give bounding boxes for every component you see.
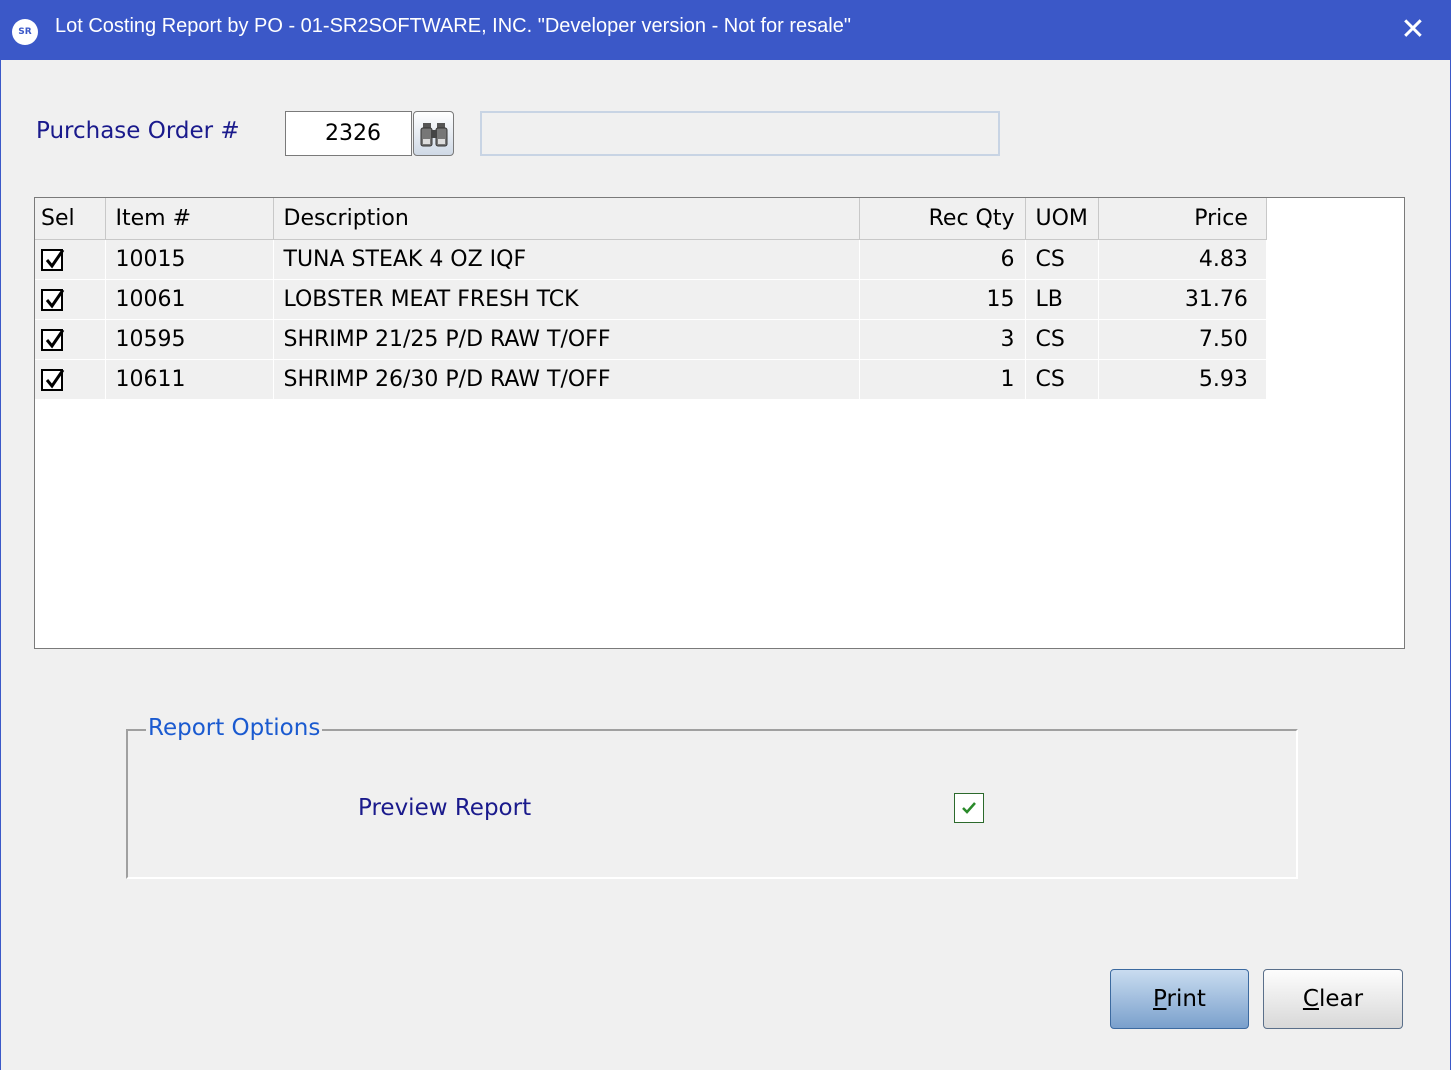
table-row[interactable]: 10611 SHRIMP 26/30 P/D RAW T/OFF 1 CS 5.… bbox=[35, 359, 1267, 400]
column-header-uom[interactable]: UOM bbox=[1025, 198, 1099, 240]
cell-rec-qty: 15 bbox=[859, 279, 1026, 320]
cell-description: TUNA STEAK 4 OZ IQF bbox=[273, 239, 860, 280]
cell-item: 10061 bbox=[105, 279, 274, 320]
print-button-mnemonic: P bbox=[1153, 986, 1167, 1012]
clear-button-mnemonic: C bbox=[1302, 986, 1319, 1012]
cell-description: SHRIMP 26/30 P/D RAW T/OFF bbox=[273, 359, 860, 400]
cell-price: 31.76 bbox=[1098, 279, 1267, 320]
checkmark-icon bbox=[45, 368, 65, 388]
purchase-order-description bbox=[480, 111, 1000, 156]
row-select-checkbox[interactable] bbox=[41, 368, 65, 391]
cell-description: SHRIMP 21/25 P/D RAW T/OFF bbox=[273, 319, 860, 360]
checkmark-icon bbox=[45, 288, 65, 308]
window-title: Lot Costing Report by PO - 01-SR2SOFTWAR… bbox=[55, 15, 851, 37]
purchase-order-input[interactable] bbox=[285, 111, 412, 156]
items-table: Sel Item # Description Rec Qty UOM Price… bbox=[35, 198, 1267, 400]
cell-price: 4.83 bbox=[1098, 239, 1267, 280]
lookup-button[interactable] bbox=[413, 111, 454, 156]
app-logo-icon: SR bbox=[12, 19, 38, 45]
cell-uom: LB bbox=[1025, 279, 1099, 320]
clear-button-label: lear bbox=[1318, 986, 1364, 1012]
binoculars-icon bbox=[420, 123, 448, 147]
cell-price: 5.93 bbox=[1098, 359, 1267, 400]
table-row[interactable]: 10595 SHRIMP 21/25 P/D RAW T/OFF 3 CS 7.… bbox=[35, 319, 1267, 360]
cell-item: 10611 bbox=[105, 359, 274, 400]
row-select-checkbox[interactable] bbox=[41, 328, 65, 351]
cell-rec-qty: 3 bbox=[859, 319, 1026, 360]
cell-uom: CS bbox=[1025, 239, 1099, 280]
row-select-checkbox[interactable] bbox=[41, 288, 65, 311]
checkmark-icon bbox=[45, 248, 65, 268]
column-header-item[interactable]: Item # bbox=[105, 198, 274, 240]
cell-item: 10595 bbox=[105, 319, 274, 360]
cell-description: LOBSTER MEAT FRESH TCK bbox=[273, 279, 860, 320]
items-grid[interactable]: Sel Item # Description Rec Qty UOM Price… bbox=[34, 197, 1405, 649]
column-header-description[interactable]: Description bbox=[273, 198, 860, 240]
print-button[interactable]: Print bbox=[1110, 969, 1249, 1029]
column-header-sel[interactable]: Sel bbox=[35, 198, 106, 240]
checkmark-icon bbox=[962, 802, 976, 814]
preview-report-label: Preview Report bbox=[358, 795, 532, 821]
cell-item: 10015 bbox=[105, 239, 274, 280]
purchase-order-label: Purchase Order # bbox=[36, 118, 240, 144]
row-select-checkbox[interactable] bbox=[41, 248, 65, 271]
checkmark-icon bbox=[45, 328, 65, 348]
column-header-rec-qty[interactable]: Rec Qty bbox=[859, 198, 1026, 240]
grid-header-row: Sel Item # Description Rec Qty UOM Price bbox=[35, 198, 1267, 240]
preview-report-checkbox[interactable] bbox=[954, 793, 984, 823]
column-header-price[interactable]: Price bbox=[1098, 198, 1267, 240]
table-row[interactable]: 10061 LOBSTER MEAT FRESH TCK 15 LB 31.76 bbox=[35, 279, 1267, 320]
cell-uom: CS bbox=[1025, 359, 1099, 400]
window-border-left bbox=[0, 60, 1, 1070]
report-options-legend: Report Options bbox=[146, 715, 323, 741]
table-row[interactable]: 10015 TUNA STEAK 4 OZ IQF 6 CS 4.83 bbox=[35, 239, 1267, 280]
report-options-group: Report Options Preview Report bbox=[126, 715, 1298, 879]
print-button-label: rint bbox=[1166, 986, 1206, 1012]
cell-rec-qty: 6 bbox=[859, 239, 1026, 280]
cell-price: 7.50 bbox=[1098, 319, 1267, 360]
cell-rec-qty: 1 bbox=[859, 359, 1026, 400]
close-button[interactable]: ✕ bbox=[1388, 8, 1438, 52]
clear-button[interactable]: Clear bbox=[1263, 969, 1403, 1029]
cell-uom: CS bbox=[1025, 319, 1099, 360]
title-bar: SR Lot Costing Report by PO - 01-SR2SOFT… bbox=[0, 0, 1451, 60]
